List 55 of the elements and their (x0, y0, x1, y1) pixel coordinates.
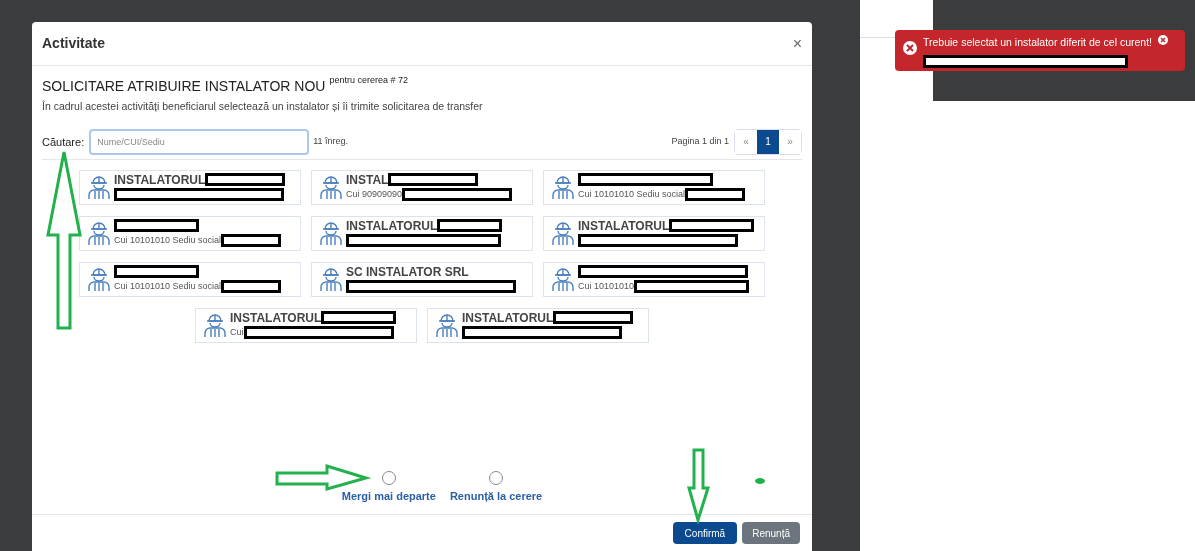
page-button[interactable]: 1 (757, 129, 779, 154)
toast-close-icon[interactable] (1158, 35, 1168, 45)
worker-icon (320, 174, 342, 201)
request-number: pentru cererea # 72 (329, 74, 408, 87)
error-icon (903, 41, 917, 55)
page-info: Pagina 1 din 1 (671, 135, 729, 148)
radio-option[interactable]: Mergi mai departe (341, 470, 436, 504)
section-heading: SOLICITARE ATRIBUIRE INSTALATOR NOU (42, 77, 326, 96)
installer-card[interactable]: INSTALATORUL (311, 215, 533, 251)
installer-details: Cui 90909090 (346, 190, 403, 200)
installer-card[interactable]: INSTALATORUL (543, 215, 765, 251)
redaction-bar (221, 234, 282, 248)
search-field[interactable]: Nume/CUI/Sediu (89, 128, 310, 155)
redaction-bar (221, 280, 282, 294)
search-label: Căutare: (42, 134, 85, 150)
radio-option[interactable]: Renunță la cerere (449, 470, 543, 504)
installer-card[interactable]: INSTALATORUL (79, 169, 301, 205)
installer-card[interactable]: Cui 10101010 Sediu social (543, 169, 765, 205)
installer-name: INSTALATORUL (462, 311, 554, 324)
worker-icon (320, 220, 342, 247)
close-button[interactable]: × (792, 31, 802, 56)
description: În cadrul acestei activități beneficiarul selectează un instalator și îi trimite solicitarea de transfer (42, 99, 484, 114)
worker-icon (552, 266, 574, 293)
worker-icon (552, 220, 574, 247)
installer-card[interactable]: Cui 10101010 Sediu social (79, 215, 301, 251)
installer-details: Cui 10101010 Sediu social (578, 190, 686, 200)
installer-name: INSTALATORUL (346, 219, 438, 232)
worker-icon (552, 174, 574, 201)
worker-icon (320, 266, 342, 293)
installer-name: INSTAL (346, 173, 389, 186)
modal-title: Activitate (42, 34, 106, 53)
installer-name: INSTALATORUL (230, 311, 322, 324)
installer-card[interactable]: SC INSTALATOR SRL (311, 261, 533, 297)
installer-card[interactable]: INSTALATORUL (427, 307, 649, 343)
annotation-dot (755, 478, 765, 484)
footer-button[interactable]: Confirmă (672, 522, 738, 544)
worker-icon (436, 312, 458, 339)
worker-icon (88, 266, 110, 293)
installer-details: Cui 10101010 (578, 282, 635, 292)
installer-card[interactable]: INSTALATORUL Cui (195, 307, 417, 343)
worker-icon (88, 174, 110, 201)
installer-details: Cui (230, 328, 244, 338)
worker-icon (204, 312, 226, 339)
installer-card[interactable]: INSTAL Cui 90909090 (311, 169, 533, 205)
installer-card[interactable]: Cui 10101010 Sediu social (79, 261, 301, 297)
installer-name: INSTALATORUL (578, 219, 670, 232)
installer-card[interactable]: Cui 10101010 (543, 261, 765, 297)
toast-message: Trebuie selectat un instalator diferit de cel curent! (923, 35, 1152, 50)
installer-details: Cui 10101010 Sediu social (114, 282, 222, 292)
installer-name: SC INSTALATOR SRL (346, 265, 469, 278)
record-count: 11 înreg. (313, 135, 349, 148)
installer-details: Cui 10101010 Sediu social (114, 236, 222, 246)
installer-name: INSTALATORUL (114, 173, 206, 186)
worker-icon (88, 220, 110, 247)
footer-button[interactable]: Renunță (742, 522, 800, 544)
